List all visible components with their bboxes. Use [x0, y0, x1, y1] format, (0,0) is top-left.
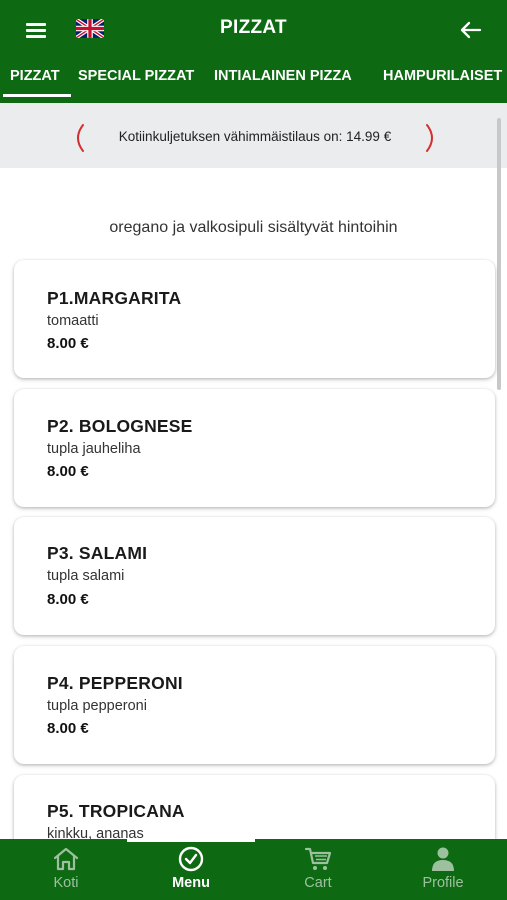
menu-item-card[interactable]: P1.MARGARITA tomaatti 8.00 €	[14, 260, 495, 378]
tab-special-pizzat[interactable]: SPECIAL PIZZAT	[78, 68, 194, 84]
page-title: PIZZAT	[220, 17, 287, 38]
menu-item-card[interactable]: P2. BOLOGNESE tupla jauheliha 8.00 €	[14, 389, 495, 507]
app-header: PIZZAT PIZZAT SPECIAL PIZZAT INTIALAINEN…	[0, 0, 507, 103]
nav-cart[interactable]: Cart	[268, 839, 368, 900]
item-price: 8.00 €	[47, 463, 89, 480]
active-tab-indicator	[3, 94, 71, 97]
menu-item-card[interactable]: P4. PEPPERONI tupla pepperoni 8.00 €	[14, 646, 495, 764]
item-price: 8.00 €	[47, 591, 89, 608]
category-tabs: PIZZAT SPECIAL PIZZAT INTIALAINEN PIZZA …	[0, 60, 507, 103]
right-bracket-icon	[426, 124, 433, 152]
nav-profile[interactable]: Profile	[393, 839, 493, 900]
tab-hampurilaiset[interactable]: HAMPURILAISET	[383, 68, 502, 84]
nav-home-label: Koti	[53, 875, 79, 891]
minimum-order-notice: Kotiinkuljetuksen vähimmäistilaus on: 14…	[72, 123, 438, 153]
minimum-order-text: Kotiinkuljetuksen vähimmäistilaus on: 14…	[118, 129, 392, 144]
item-name: P2. BOLOGNESE	[47, 416, 193, 436]
nav-menu[interactable]: Menu	[141, 839, 241, 900]
item-price: 8.00 €	[47, 720, 89, 737]
tab-intialainen-pizza[interactable]: INTIALAINEN PIZZA	[214, 68, 352, 84]
check-circle-icon	[178, 846, 204, 872]
scrollbar[interactable]	[497, 118, 501, 390]
item-name: P5. TROPICANA	[47, 801, 185, 821]
nav-cart-label: Cart	[304, 875, 332, 891]
arrow-left-icon[interactable]	[457, 16, 485, 44]
item-name: P4. PEPPERONI	[47, 673, 183, 693]
top-bar: PIZZAT	[0, 0, 507, 60]
item-description: tomaatti	[47, 313, 99, 329]
bottom-navigation: Koti Menu Cart Profile	[0, 839, 507, 900]
item-description: tupla jauheliha	[47, 441, 141, 457]
active-nav-indicator	[127, 839, 255, 842]
home-icon	[53, 847, 79, 871]
cart-icon	[304, 847, 332, 870]
tab-pizzat[interactable]: PIZZAT	[10, 68, 60, 84]
nav-menu-label: Menu	[172, 875, 210, 891]
info-text: oregano ja valkosipuli sisältyvät hintoi…	[109, 219, 398, 236]
item-description: tupla pepperoni	[47, 698, 147, 714]
item-name: P1.MARGARITA	[47, 288, 182, 308]
item-description: tupla salami	[47, 568, 125, 584]
menu-item-card[interactable]: P3. SALAMI tupla salami 8.00 €	[14, 517, 495, 635]
item-price: 8.00 €	[47, 335, 89, 352]
item-name: P3. SALAMI	[47, 543, 148, 563]
nav-profile-label: Profile	[422, 875, 464, 891]
nav-home[interactable]: Koti	[16, 839, 116, 900]
person-icon	[432, 847, 454, 871]
